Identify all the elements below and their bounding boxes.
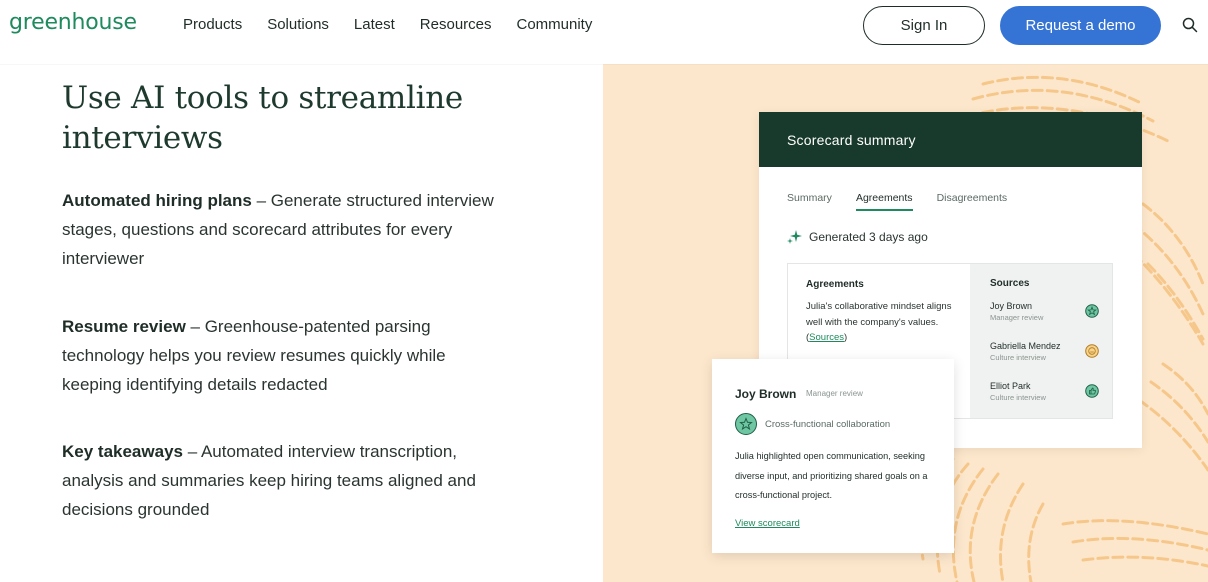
feature-key-takeaways: Key takeaways – Automated interview tran… bbox=[62, 437, 502, 524]
sign-in-button[interactable]: Sign In bbox=[863, 6, 985, 45]
sources-title: Sources bbox=[990, 278, 1030, 289]
thumbs-up-icon bbox=[1085, 384, 1099, 398]
nav-item-resources[interactable]: Resources bbox=[420, 16, 492, 33]
generated-status: Generated 3 days ago bbox=[787, 229, 928, 244]
nav-item-products[interactable]: Products bbox=[183, 16, 242, 33]
sources-link[interactable]: Sources bbox=[809, 332, 844, 343]
page-title: Use AI tools to streamline interviews bbox=[62, 80, 463, 156]
feature-automated-hiring-plans: Automated hiring plans – Generate struct… bbox=[62, 186, 502, 273]
tab-agreements[interactable]: Agreements bbox=[855, 192, 913, 211]
greenhouse-logo[interactable]: greenhouse bbox=[9, 10, 137, 35]
search-icon[interactable] bbox=[1182, 17, 1198, 33]
star-icon bbox=[735, 413, 757, 435]
star-icon bbox=[1085, 304, 1099, 318]
request-demo-button[interactable]: Request a demo bbox=[1000, 6, 1161, 45]
attribute-row: Cross-functional collaboration bbox=[735, 413, 890, 435]
generated-label: Generated 3 days ago bbox=[809, 229, 928, 244]
reviewer-role: Manager review bbox=[806, 389, 863, 398]
feature-title: Automated hiring plans bbox=[62, 191, 252, 210]
review-text: Julia highlighted open communication, se… bbox=[735, 451, 928, 500]
sources-column: Sources Joy Brown Manager review Gabriel… bbox=[970, 264, 1112, 418]
feature-resume-review: Resume review – Greenhouse-patented pars… bbox=[62, 312, 502, 399]
source-item[interactable]: Gabriella Mendez Culture interview bbox=[990, 341, 1105, 362]
source-item[interactable]: Joy Brown Manager review bbox=[990, 301, 1105, 322]
main-menu: Products Solutions Latest Resources Comm… bbox=[183, 16, 617, 33]
scorecard-tabs: Summary Agreements Disagreements bbox=[787, 192, 1031, 211]
reviewer-name: Joy Brown bbox=[735, 387, 797, 401]
feature-title: Key takeaways bbox=[62, 442, 183, 461]
feature-section: Use AI tools to streamline interviews Au… bbox=[62, 78, 502, 519]
agreements-close: ) bbox=[844, 332, 848, 343]
source-item[interactable]: Elliot Park Culture interview bbox=[990, 381, 1105, 402]
neutral-face-icon bbox=[1085, 344, 1099, 358]
top-nav: greenhouse Products Solutions Latest Res… bbox=[0, 0, 1208, 64]
tab-summary[interactable]: Summary bbox=[787, 192, 832, 211]
feature-title: Resume review bbox=[62, 317, 186, 336]
review-popup-card: Joy Brown Manager review Cross-functiona… bbox=[712, 359, 954, 553]
agreements-title: Agreements bbox=[806, 279, 864, 290]
view-scorecard-link[interactable]: View scorecard bbox=[735, 518, 800, 529]
nav-item-solutions[interactable]: Solutions bbox=[267, 16, 329, 33]
agreements-text: Julia's collaborative mindset aligns wel… bbox=[806, 299, 956, 346]
scorecard-title: Scorecard summary bbox=[759, 112, 1142, 167]
nav-item-community[interactable]: Community bbox=[517, 16, 593, 33]
attribute-label: Cross-functional collaboration bbox=[765, 418, 891, 430]
tab-disagreements[interactable]: Disagreements bbox=[937, 192, 1008, 211]
sparkle-icon bbox=[787, 230, 802, 244]
nav-item-latest[interactable]: Latest bbox=[354, 16, 395, 33]
